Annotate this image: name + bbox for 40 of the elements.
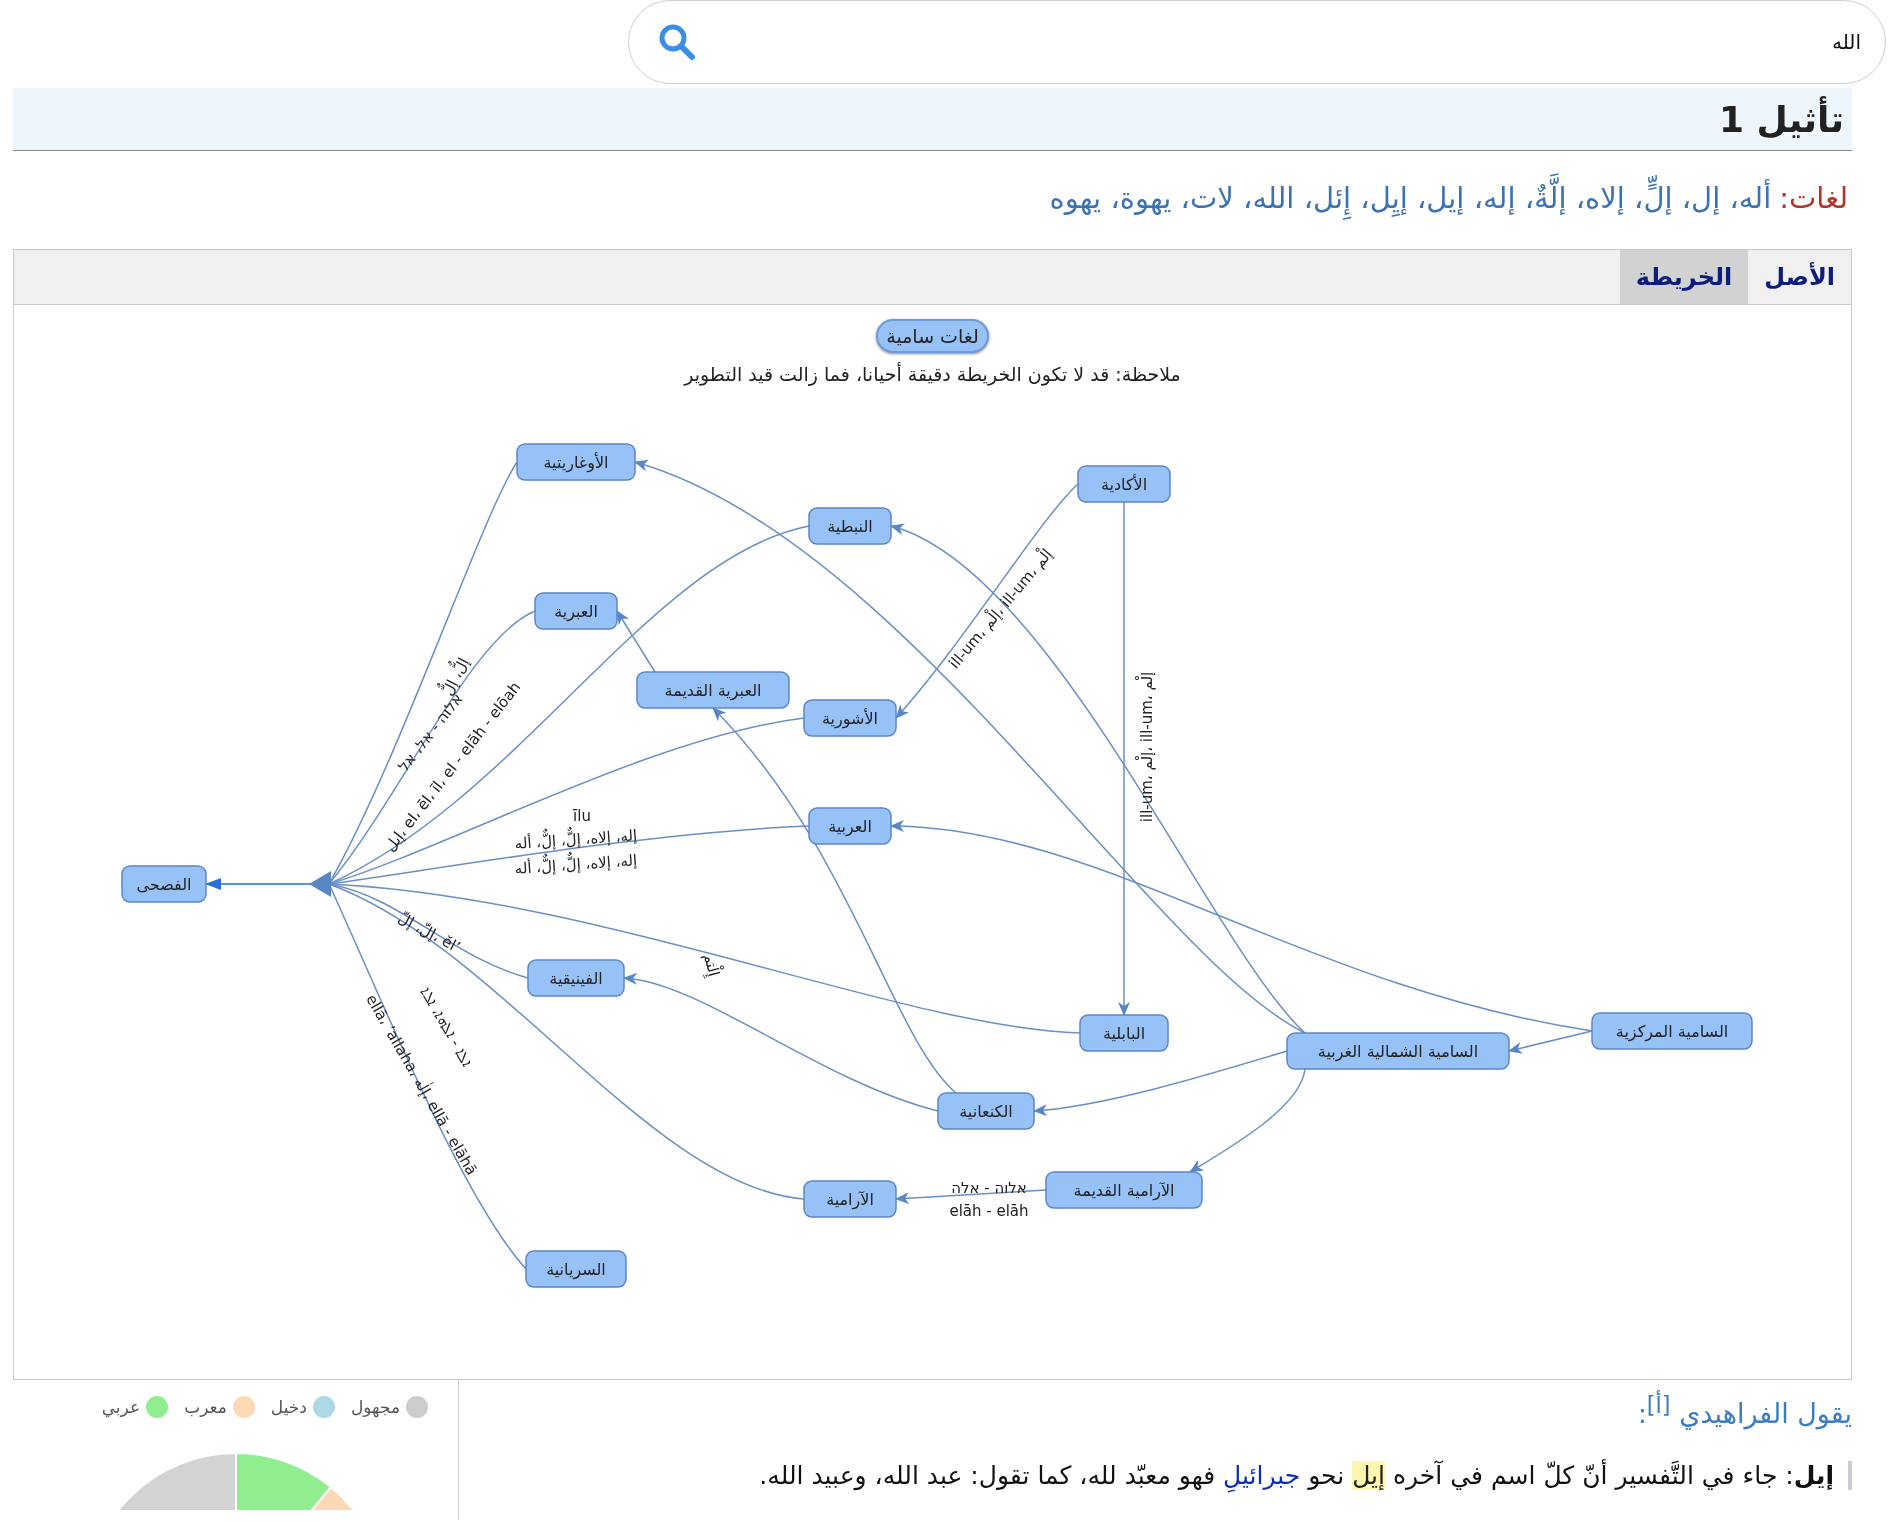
language-node[interactable]: الأوغاريتية: [516, 443, 636, 481]
edge-label: إِلْتم: [699, 951, 724, 979]
language-node[interactable]: الكنعانية: [937, 1092, 1035, 1130]
language-node[interactable]: النبطية: [808, 507, 892, 545]
word-link[interactable]: إيل: [1352, 1461, 1385, 1490]
legend-label: مجهول: [350, 1397, 400, 1417]
languages-label: لغات:: [1779, 180, 1848, 218]
edge-label: إلّ، إلّ، ĕl’: [395, 908, 464, 957]
tab[interactable]: الخريطة: [1619, 250, 1749, 304]
language-node[interactable]: السريانية: [525, 1250, 627, 1288]
language-node[interactable]: السامية الشمالية الغربية: [1286, 1032, 1510, 1070]
legend-label: عربي: [101, 1397, 141, 1417]
language-node[interactable]: الفصحى: [121, 865, 207, 903]
legend-label: معرب: [184, 1397, 227, 1417]
section-heading: تأثيل 1: [1719, 98, 1844, 140]
language-node[interactable]: العبرية القديمة: [636, 671, 790, 709]
quote-heading: يقول الفراهيدي $^{[أ]}$:: [1636, 1392, 1852, 1429]
language-node[interactable]: البابلية: [1079, 1014, 1169, 1052]
search-icon[interactable]: [657, 22, 697, 62]
edge-label: إله، إلاه، إلٌّ، إلٌّ، أله: [514, 851, 638, 878]
edge-label: ill-um، إلْم، ill-um، إلْم: [1137, 671, 1156, 823]
search-value: الله: [1832, 30, 1861, 54]
language-node[interactable]: الأكادية: [1077, 465, 1171, 503]
map-title-button[interactable]: لغات سامية: [876, 319, 989, 353]
language-node[interactable]: الآرامية القديمة: [1045, 1171, 1203, 1209]
edge-label: אלוה - אלה: [951, 1178, 1027, 1197]
language-node[interactable]: الفينيقية: [527, 959, 625, 997]
language-node[interactable]: الآرامية: [803, 1180, 897, 1218]
edge-label: ill-um، إلْم، ill-um، إلْم: [945, 545, 1056, 673]
language-node[interactable]: الأشورية: [803, 699, 897, 737]
legend-label: دخيل: [270, 1397, 307, 1417]
edge-label: إله، إلاه، إلٌّ، إلٌّ، أله: [514, 826, 638, 853]
edge-label: ܐܠܐ - ܐܠܗܐ، ܐܠܐ: [416, 984, 477, 1070]
languages-list: أله، إل، إلٍّ، إلاه، إلَّةٌ، إله، إيل، إيِل، إِئل، الله، لات، يهوة، يهوه: [1049, 171, 1772, 227]
map-note: ملاحظة: قد لا تكون الخريطة دقيقة أحيانا، فما زالت قيد التطوير: [684, 363, 1181, 385]
edge-label: elāh - elāh: [949, 1201, 1029, 1220]
edge-label: īlu: [573, 806, 591, 825]
language-node[interactable]: العربية: [808, 807, 892, 845]
language-node[interactable]: السامية المركزية: [1591, 1012, 1753, 1050]
language-node[interactable]: العبرية: [534, 592, 618, 630]
